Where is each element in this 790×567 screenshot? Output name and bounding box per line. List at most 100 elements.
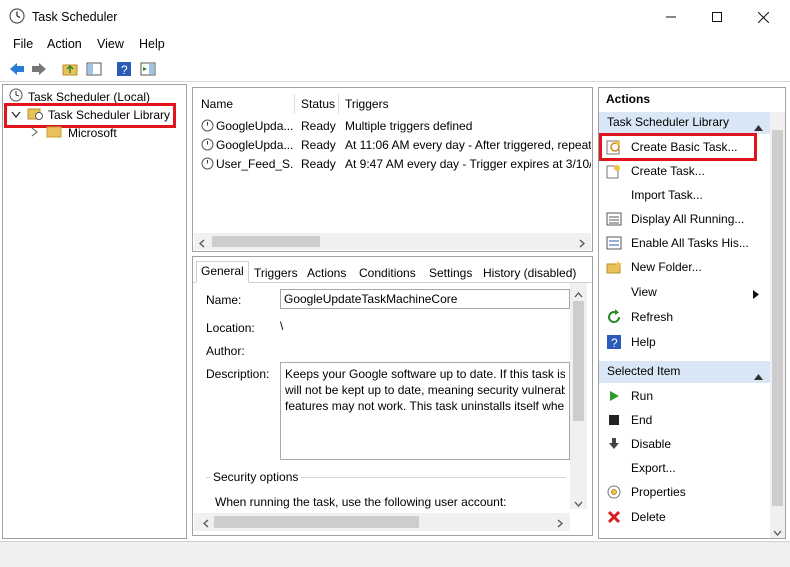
section-selected-label: Selected Item	[607, 364, 681, 378]
tab-settings[interactable]: Settings	[425, 264, 476, 284]
chevron-right-icon[interactable]	[31, 126, 39, 140]
window-title: Task Scheduler	[32, 10, 118, 24]
action-delete[interactable]: Delete	[605, 506, 771, 528]
action-enable-history[interactable]: Enable All Tasks His...	[605, 232, 771, 254]
chevron-down-icon[interactable]	[11, 108, 21, 122]
task-triggers: At 11:06 AM every day - After triggered,…	[345, 138, 591, 152]
task-triggers: At 9:47 AM every day - Trigger expires a…	[345, 157, 591, 171]
scroll-left-icon[interactable]	[198, 237, 206, 251]
tree-item-library[interactable]: Task Scheduler Library	[11, 106, 170, 123]
tree-library-label: Task Scheduler Library	[48, 107, 171, 122]
folder-icon	[46, 125, 62, 141]
action-label: View	[631, 285, 657, 299]
title-bar: Task Scheduler	[0, 0, 790, 34]
action-view[interactable]: View	[605, 281, 771, 303]
new-folder-icon	[605, 259, 623, 275]
menu-file[interactable]: File	[13, 37, 33, 51]
close-button[interactable]	[740, 0, 786, 34]
vertical-scrollbar[interactable]	[770, 112, 785, 538]
horizontal-scrollbar[interactable]	[194, 233, 591, 250]
scrollbar-thumb[interactable]	[212, 236, 320, 247]
refresh-icon	[605, 309, 623, 325]
show-action-pane-icon[interactable]	[138, 59, 158, 79]
status-bar	[0, 541, 790, 567]
action-label: Enable All Tasks His...	[631, 236, 749, 250]
section-selected-item[interactable]: Selected Item	[599, 361, 771, 383]
tab-triggers[interactable]: Triggers	[250, 264, 302, 284]
table-row[interactable]: User_Feed_S... Ready At 9:47 AM every da…	[193, 154, 592, 174]
run-icon	[605, 388, 623, 404]
task-name: User_Feed_S...	[216, 157, 294, 171]
action-run[interactable]: Run	[605, 385, 771, 407]
minimize-button[interactable]	[648, 0, 694, 34]
up-folder-icon[interactable]	[60, 59, 80, 79]
name-field[interactable]: GoogleUpdateTaskMachineCore	[280, 289, 570, 309]
console-tree-pane: Task Scheduler (Local) Task Scheduler Li…	[2, 84, 187, 539]
help-toolbar-icon[interactable]: ?	[114, 59, 134, 79]
col-header-status[interactable]: Status	[301, 97, 335, 111]
location-value: \	[280, 319, 284, 333]
menu-bar: File Action View Help	[0, 34, 790, 56]
scroll-down-icon[interactable]	[574, 497, 583, 511]
menu-view[interactable]: View	[97, 37, 124, 51]
table-row[interactable]: GoogleUpda... Ready Multiple triggers de…	[193, 116, 592, 136]
collapse-icon[interactable]	[754, 369, 763, 383]
action-create-task[interactable]: Create Task...	[605, 160, 771, 182]
col-header-name[interactable]: Name	[201, 97, 233, 111]
clock-app-icon	[9, 8, 25, 27]
vertical-scrollbar[interactable]	[570, 283, 587, 509]
action-label: Run	[631, 389, 654, 403]
create-basic-task-icon	[605, 139, 623, 155]
action-refresh[interactable]: Refresh	[605, 306, 771, 328]
action-disable[interactable]: Disable	[605, 433, 771, 455]
action-export[interactable]: Export...	[605, 457, 771, 479]
menu-action[interactable]: Action	[47, 37, 82, 51]
section-library-label: Task Scheduler Library	[607, 115, 730, 129]
menu-help[interactable]: Help	[139, 37, 165, 51]
scrollbar-thumb[interactable]	[214, 516, 419, 528]
action-new-folder[interactable]: New Folder...	[605, 256, 771, 278]
horizontal-scrollbar[interactable]	[194, 513, 570, 531]
tab-conditions[interactable]: Conditions	[355, 264, 420, 284]
col-header-triggers[interactable]: Triggers	[345, 97, 389, 111]
action-properties[interactable]: Properties	[605, 481, 771, 503]
col-divider[interactable]	[294, 94, 295, 114]
action-help[interactable]: ? Help	[605, 331, 771, 353]
table-row[interactable]: GoogleUpda... Ready At 11:06 AM every da…	[193, 135, 592, 155]
action-label: Display All Running...	[631, 212, 745, 226]
help-icon: ?	[605, 334, 623, 350]
action-end[interactable]: End	[605, 409, 771, 431]
tab-history[interactable]: History (disabled)	[479, 264, 580, 284]
scrollbar-thumb[interactable]	[772, 130, 783, 506]
display-running-icon	[605, 211, 623, 227]
scroll-down-icon[interactable]	[773, 526, 782, 540]
collapse-icon[interactable]	[754, 120, 763, 134]
author-label: Author:	[206, 344, 245, 358]
tab-actions[interactable]: Actions	[303, 264, 350, 284]
back-icon[interactable]	[7, 59, 27, 79]
scrollbar-thumb[interactable]	[573, 301, 584, 421]
action-label: Create Task...	[631, 164, 705, 178]
action-import-task[interactable]: Import Task...	[605, 184, 771, 206]
scroll-up-icon[interactable]	[574, 287, 583, 301]
maximize-button[interactable]	[694, 0, 740, 34]
description-field[interactable]: Keeps your Google software up to date. I…	[280, 362, 570, 460]
show-hide-tree-icon[interactable]	[84, 59, 104, 79]
task-clock-icon	[201, 119, 214, 135]
tab-general[interactable]: General	[196, 261, 249, 283]
tree-microsoft-label: Microsoft	[68, 126, 117, 140]
end-icon	[605, 412, 623, 428]
col-divider[interactable]	[338, 94, 339, 114]
scroll-right-icon[interactable]	[556, 517, 564, 531]
delete-icon	[605, 509, 623, 525]
section-library[interactable]: Task Scheduler Library	[599, 112, 771, 134]
description-line: features may not work. This task uninsta…	[285, 399, 565, 413]
scroll-right-icon[interactable]	[578, 237, 586, 251]
action-display-running[interactable]: Display All Running...	[605, 208, 771, 230]
tree-item-microsoft[interactable]: Microsoft	[31, 125, 117, 141]
action-label: New Folder...	[631, 260, 702, 274]
forward-icon[interactable]	[29, 59, 49, 79]
action-create-basic-task[interactable]: Create Basic Task...	[605, 136, 771, 158]
scroll-left-icon[interactable]	[202, 517, 210, 531]
action-label: Help	[631, 335, 656, 349]
